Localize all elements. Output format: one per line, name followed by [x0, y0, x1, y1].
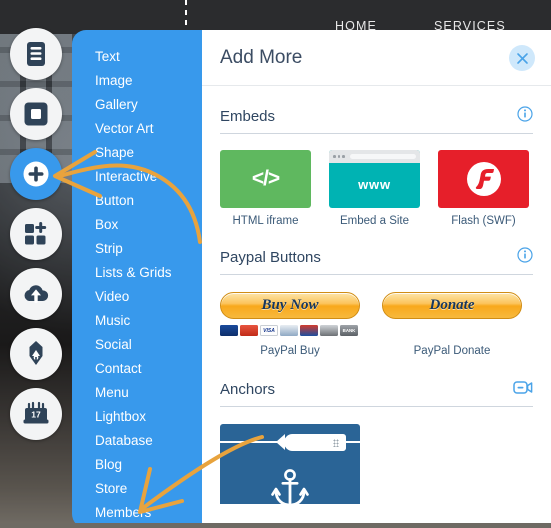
info-icon[interactable] — [517, 247, 533, 268]
rail-button-blog[interactable] — [10, 328, 62, 380]
section-title-paypal: Paypal Buttons — [220, 249, 321, 266]
menu-item-lists-and-grids[interactable]: Lists & Grids — [72, 261, 202, 285]
menu-item-members[interactable]: Members — [72, 501, 202, 525]
menu-item-social[interactable]: Social — [72, 333, 202, 357]
rail-button-app-market[interactable]: 17 — [10, 388, 62, 440]
site-top-bar: HOME SERVICES — [0, 0, 551, 34]
section-title-anchors: Anchors — [220, 381, 276, 398]
pen-nib-icon — [27, 340, 45, 368]
rail-button-pages[interactable] — [10, 28, 62, 80]
menu-item-gallery[interactable]: Gallery — [72, 93, 202, 117]
card-embed-a-site[interactable]: www Embed a Site — [329, 150, 420, 227]
paypal-button-row: Buy Now VISA BANK PayPal Buy Donate PayP… — [220, 292, 533, 357]
app-market-icon: 17 — [22, 401, 50, 427]
paypal-donate-item[interactable]: Donate PayPal Donate — [382, 292, 522, 357]
add-icon — [23, 161, 49, 187]
add-more-panel: Add More Embeds </> HTML iframe www Embe… — [202, 30, 551, 523]
menu-item-box[interactable]: Box — [72, 213, 202, 237]
card-label: HTML iframe — [232, 215, 299, 227]
menu-item-strip[interactable]: Strip — [72, 237, 202, 261]
visa-electron-card-icon — [280, 325, 298, 336]
panel-title: Add More — [220, 47, 303, 68]
canvas-bottom-strip — [0, 523, 551, 528]
mastercard-card-icon — [240, 325, 258, 336]
www-label: www — [358, 176, 391, 192]
panel-header: Add More — [202, 30, 551, 86]
menu-item-image[interactable]: Image — [72, 69, 202, 93]
close-icon — [516, 52, 529, 65]
menu-item-shape[interactable]: Shape — [72, 141, 202, 165]
info-icon[interactable] — [517, 106, 533, 127]
flash-logo-icon — [466, 162, 501, 196]
paypal-donate-label: Donate — [429, 297, 475, 313]
menu-item-video[interactable]: Video — [72, 285, 202, 309]
paypal-buy-now-button[interactable]: Buy Now — [220, 292, 360, 319]
anchor-icon — [269, 468, 311, 504]
add-menu-list: Text Image Gallery Vector Art Shape Inte… — [72, 30, 202, 528]
credit-card-icon-row: VISA BANK — [220, 325, 360, 336]
iframe-thumb: </> — [220, 150, 311, 208]
panel-body: Embeds </> HTML iframe www Embed a Site … — [202, 106, 551, 504]
cloud-upload-icon — [22, 282, 50, 306]
bank-card-icon: BANK — [340, 325, 358, 336]
close-button[interactable] — [509, 45, 535, 71]
paypal-buy-item[interactable]: Buy Now VISA BANK PayPal Buy — [220, 292, 360, 357]
card-html-iframe[interactable]: </> HTML iframe — [220, 150, 311, 227]
amex-card-icon — [320, 325, 338, 336]
paypal-buy-caption: PayPal Buy — [260, 345, 320, 357]
site-thumb: www — [329, 150, 420, 208]
rail-button-apps-add[interactable] — [10, 208, 62, 260]
visa-card-icon: VISA — [260, 325, 278, 336]
menu-item-blog[interactable]: Blog — [72, 453, 202, 477]
svg-text:17: 17 — [31, 410, 41, 420]
section-header-embeds: Embeds — [220, 106, 533, 134]
rail-button-uploads[interactable] — [10, 268, 62, 320]
maestro-card-icon — [220, 325, 238, 336]
card-label: Flash (SWF) — [451, 215, 516, 227]
menu-item-vector-art[interactable]: Vector Art — [72, 117, 202, 141]
menu-item-music[interactable]: Music — [72, 309, 202, 333]
section-header-anchors: Anchors — [220, 381, 533, 407]
code-icon: </> — [251, 167, 280, 190]
rail-button-background[interactable] — [10, 88, 62, 140]
screen: HOME SERVICES 17 Text Image Gallery Vect… — [0, 0, 551, 528]
anchor-handle[interactable] — [276, 434, 346, 451]
section-title-embeds: Embeds — [220, 108, 276, 125]
paypal-donate-caption: PayPal Donate — [413, 345, 491, 357]
pages-icon — [24, 41, 48, 67]
menu-item-text[interactable]: Text — [72, 45, 202, 69]
browser-chrome-icon — [329, 150, 420, 163]
editor-left-rail: 17 — [10, 28, 62, 448]
section-header-paypal: Paypal Buttons — [220, 247, 533, 275]
alignment-guide-dashed-line — [185, 0, 187, 34]
add-menu-flyout: Text Image Gallery Vector Art Shape Inte… — [72, 30, 202, 528]
drag-grip-icon — [333, 438, 339, 447]
rail-button-add[interactable] — [10, 148, 62, 200]
card-flash-swf[interactable]: Flash (SWF) — [438, 150, 529, 227]
menu-item-contact[interactable]: Contact — [72, 357, 202, 381]
background-icon — [23, 101, 49, 127]
discover-card-icon — [300, 325, 318, 336]
menu-item-database[interactable]: Database — [72, 429, 202, 453]
paypal-buy-now-label: Buy Now — [261, 297, 319, 313]
menu-item-button[interactable]: Button — [72, 189, 202, 213]
flash-thumb — [438, 150, 529, 208]
video-icon[interactable] — [513, 380, 533, 400]
apps-add-icon — [23, 221, 49, 247]
embeds-card-row: </> HTML iframe www Embed a Site Flash (… — [220, 150, 533, 227]
card-label: Embed a Site — [339, 215, 410, 227]
menu-item-store[interactable]: Store — [72, 477, 202, 501]
paypal-donate-button[interactable]: Donate — [382, 292, 522, 319]
menu-item-lightbox[interactable]: Lightbox — [72, 405, 202, 429]
menu-item-menu[interactable]: Menu — [72, 381, 202, 405]
card-anchor[interactable] — [220, 424, 360, 504]
menu-item-interactive[interactable]: Interactive — [72, 165, 202, 189]
